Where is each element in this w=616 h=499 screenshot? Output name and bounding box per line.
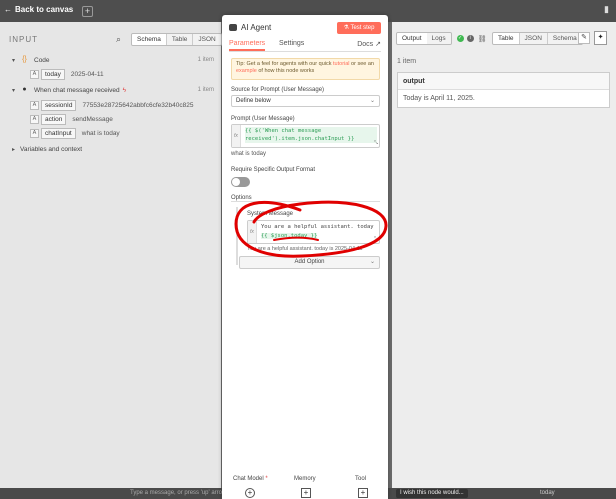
- input-panel: INPUT ⌕ Schema Table JSON ▾ {} Code 1 it…: [0, 22, 222, 488]
- feedback-button[interactable]: I wish this node would...: [396, 489, 468, 498]
- today-variable: {{ $json.today }}: [261, 233, 318, 239]
- example-link[interactable]: example: [236, 68, 257, 74]
- link-icon[interactable]: ⛓: [478, 35, 487, 43]
- success-check-icon: ✓: [456, 35, 464, 42]
- options-divider: [231, 201, 380, 202]
- output-view-tabs: Table JSON Schema: [492, 32, 583, 45]
- node-title: AI Agent: [229, 23, 271, 32]
- require-output-toggle[interactable]: [231, 177, 250, 187]
- chevron-down-icon: ⌄: [369, 259, 375, 265]
- code-icon: {}: [22, 55, 27, 63]
- field-key[interactable]: action: [41, 114, 67, 125]
- plus-icon[interactable]: +: [82, 6, 93, 17]
- tab-parameters[interactable]: Parameters: [229, 40, 266, 51]
- prompt-preview: what is today: [231, 151, 267, 157]
- robot-icon: [229, 24, 237, 31]
- back-to-canvas-button[interactable]: ← Back to canvas: [4, 5, 73, 14]
- string-type-icon: A: [30, 101, 39, 110]
- fx-icon: fx: [232, 125, 241, 147]
- output-cell: Today is April 11, 2025.: [403, 95, 475, 102]
- field-sessionid: A sessionId 77553e28725642abbfc6cfe32b40…: [30, 100, 193, 111]
- field-chatinput: A chatInput what is today: [30, 128, 120, 139]
- external-link-icon: ↗: [375, 41, 381, 48]
- chevron-down-icon: ▾: [12, 87, 16, 94]
- memory-label: Memory: [294, 476, 316, 482]
- string-type-icon: A: [30, 115, 39, 124]
- field-key[interactable]: sessionId: [41, 100, 77, 111]
- tool-add-icon[interactable]: +: [358, 488, 368, 498]
- field-key[interactable]: chatInput: [41, 128, 76, 139]
- tab-schema[interactable]: Schema: [546, 33, 582, 44]
- field-today: A today 2025-04-11: [30, 69, 104, 80]
- field-value: 2025-04-11: [70, 71, 104, 78]
- tree-node-chat-trigger[interactable]: ▾ ● When chat message received ϟ 1 item: [0, 84, 221, 96]
- system-message-input[interactable]: fx You are a helpful assistant. today is…: [247, 220, 380, 244]
- panel-icon[interactable]: ▮: [604, 4, 612, 16]
- prompt-expression[interactable]: {{ $('When chat message received').item.…: [245, 127, 377, 143]
- expand-icon[interactable]: ⤡: [374, 140, 378, 146]
- output-item-count: 1 item: [397, 58, 417, 65]
- system-message-label: System Message: [247, 211, 294, 217]
- field-value: sendMessage: [72, 116, 113, 123]
- arrow-left-icon: ←: [4, 5, 12, 14]
- memory-add-icon[interactable]: +: [301, 488, 311, 498]
- chevron-down-icon: ▾: [12, 57, 16, 64]
- add-option-button[interactable]: Add Option ⌄: [239, 256, 380, 269]
- tab-output[interactable]: Output: [397, 33, 427, 44]
- output-tabbar: Output Logs ✓ i ⛓: [396, 32, 487, 45]
- source-label: Source for Prompt (User Message): [231, 87, 325, 93]
- chat-bubble-icon: ●: [22, 85, 27, 93]
- pencil-icon[interactable]: ✎: [578, 32, 590, 44]
- dialog-tabs: Parameters Settings Docs ↗: [229, 40, 381, 52]
- string-type-icon: A: [30, 129, 39, 138]
- tree-node-variables[interactable]: ▸ Variables and context: [0, 143, 221, 155]
- node-dialog: AI Agent ⚗ Test step Parameters Settings…: [222, 15, 388, 499]
- lightning-icon: ϟ: [122, 86, 127, 94]
- tool-label: Tool: [355, 476, 367, 482]
- chevron-right-icon: ▸: [12, 146, 16, 153]
- tab-table[interactable]: Table: [493, 33, 519, 44]
- system-message-preview: You are a helpful assistant. today is 20…: [247, 246, 363, 252]
- input-title: INPUT: [9, 35, 38, 44]
- sub-node-connectors: Chat Model * Memory Tool + + +: [222, 476, 388, 499]
- tab-schema[interactable]: Schema: [132, 34, 166, 45]
- bottom-right-text: today: [540, 490, 555, 496]
- tab-json[interactable]: JSON: [192, 34, 221, 45]
- prompt-label: Prompt (User Message): [231, 116, 295, 122]
- chevron-down-icon: ⌄: [369, 98, 375, 104]
- tab-logs[interactable]: Logs: [426, 33, 451, 44]
- fx-icon: fx: [248, 221, 257, 243]
- tab-table[interactable]: Table: [165, 34, 193, 45]
- chat-model-add-icon[interactable]: +: [245, 488, 255, 498]
- field-key[interactable]: today: [41, 69, 65, 80]
- tip-box: Tip: Get a feel for agents with our quic…: [231, 58, 380, 80]
- output-logs-tabs: Output Logs: [396, 32, 452, 45]
- tutorial-link[interactable]: tutorial: [333, 61, 350, 67]
- output-panel: Output Logs ✓ i ⛓ Table JSON Schema ✎ ✦ …: [392, 22, 616, 488]
- expand-icon[interactable]: ⤡: [374, 236, 378, 242]
- require-output-label: Require Specific Output Format: [231, 167, 316, 173]
- string-type-icon: A: [30, 70, 39, 79]
- tab-json[interactable]: JSON: [518, 33, 547, 44]
- tab-settings[interactable]: Settings: [279, 40, 304, 47]
- search-icon[interactable]: ⌕: [116, 34, 121, 45]
- chat-model-label: Chat Model *: [233, 476, 268, 482]
- info-icon[interactable]: i: [466, 35, 474, 42]
- docs-link[interactable]: Docs ↗: [357, 40, 381, 48]
- field-action: A action sendMessage: [30, 114, 113, 125]
- test-step-button[interactable]: ⚗ Test step: [337, 22, 381, 34]
- output-table: output Today is April 11, 2025.: [397, 72, 610, 108]
- output-column-header: output: [398, 73, 609, 90]
- input-view-tabs: Schema Table JSON: [131, 33, 222, 46]
- pin-icon[interactable]: ✦: [594, 31, 607, 45]
- source-select[interactable]: Define below ⌄: [231, 95, 380, 107]
- field-value: 77553e28725642abbfc6cfe32b40c825: [82, 102, 194, 109]
- field-value: what is today: [81, 130, 120, 137]
- tree-node-code[interactable]: ▾ {} Code 1 item: [0, 54, 221, 66]
- prompt-input[interactable]: fx {{ $('When chat message received').it…: [231, 124, 380, 148]
- system-message-text[interactable]: You are a helpful assistant. today is {{…: [261, 223, 377, 241]
